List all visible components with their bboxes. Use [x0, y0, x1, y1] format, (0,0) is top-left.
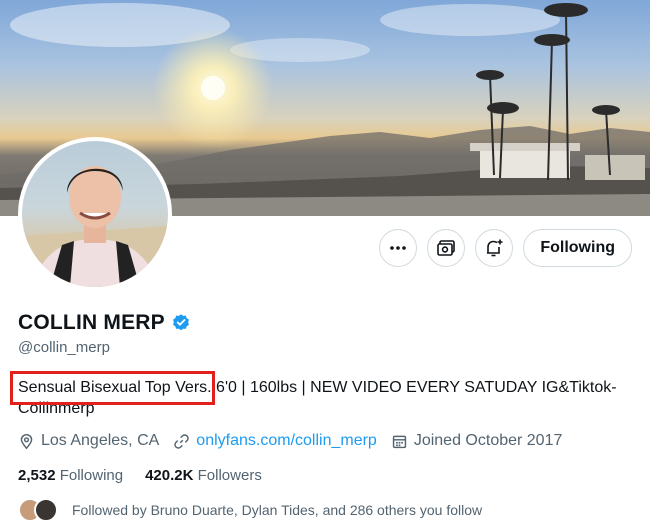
website-link[interactable]: onlyfans.com/collin_merp — [196, 432, 377, 450]
more-button[interactable] — [379, 229, 418, 267]
subscriptions-button[interactable] — [427, 229, 466, 267]
joined-item: Joined October 2017 — [391, 432, 563, 450]
followed-by[interactable]: Followed by Bruno Duarte, Dylan Tides, a… — [18, 498, 482, 522]
money-icon — [437, 240, 456, 256]
follower-avatar — [34, 498, 58, 522]
verified-badge-icon[interactable] — [171, 313, 191, 333]
follow-counts: 2,532 Following 420.2K Followers — [18, 467, 284, 484]
joined-text: Joined October 2017 — [413, 432, 563, 449]
followers-count: 420.2K — [145, 467, 194, 484]
calendar-icon — [392, 435, 407, 448]
following-label: Following — [59, 467, 124, 484]
website-item[interactable]: onlyfans.com/collin_merp — [173, 432, 377, 450]
link-icon — [174, 433, 189, 449]
profile-actions: Following — [369, 229, 632, 267]
location-pin-icon — [20, 433, 33, 449]
following-count-link[interactable]: 2,532 Following — [18, 467, 123, 484]
location-item: Los Angeles, CA — [18, 432, 159, 450]
followed-by-avatars — [18, 498, 58, 522]
avatar-photo — [22, 141, 168, 287]
notifications-button[interactable] — [475, 229, 514, 267]
followers-count-link[interactable]: 420.2K Followers — [145, 467, 262, 484]
followed-by-text: Followed by Bruno Duarte, Dylan Tides, a… — [72, 502, 483, 518]
bell-plus-icon — [487, 239, 503, 257]
display-name-row: COLLIN MERP — [18, 311, 191, 335]
display-name: COLLIN MERP — [18, 311, 165, 334]
ellipsis-icon — [390, 246, 407, 250]
profile-meta: Los Angeles, CA onlyfans.com/collin_merp… — [18, 432, 576, 450]
handle: @collin_merp — [18, 339, 110, 356]
annotation-highlight-box — [10, 371, 215, 405]
following-count: 2,532 — [18, 467, 56, 484]
followers-label: Followers — [197, 467, 262, 484]
following-button[interactable]: Following — [523, 229, 632, 267]
avatar[interactable] — [18, 137, 172, 291]
location-text: Los Angeles, CA — [41, 432, 160, 449]
